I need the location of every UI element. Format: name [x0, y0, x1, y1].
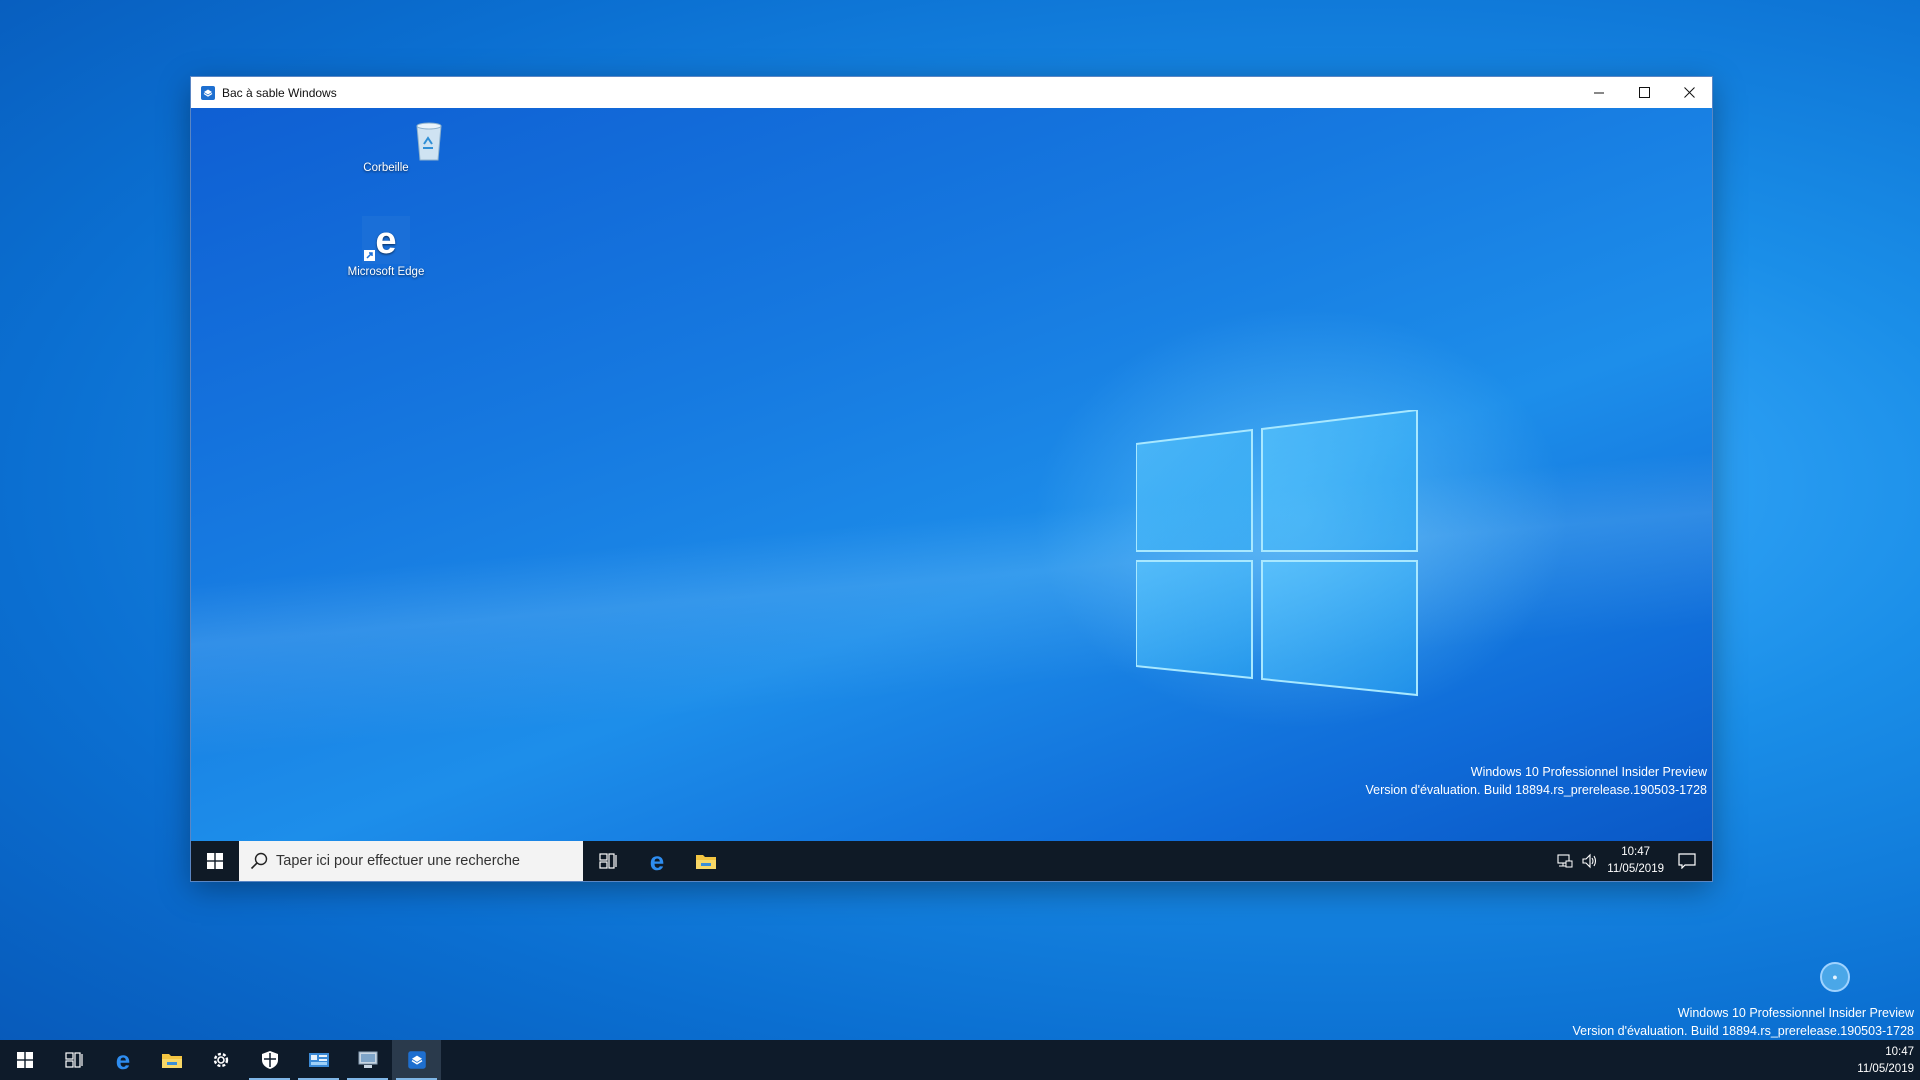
maximize-button[interactable]: [1622, 77, 1667, 108]
sandbox-clock[interactable]: 10:47 11/05/2019: [1607, 844, 1664, 878]
maximize-icon: [1639, 87, 1650, 98]
svg-text:e: e: [115, 1048, 129, 1072]
svg-text:e: e: [649, 849, 663, 873]
task-view-icon: [598, 853, 617, 869]
taskbar-edge-button[interactable]: e: [98, 1040, 147, 1080]
taskbar-file-explorer-button[interactable]: [147, 1040, 196, 1080]
close-button[interactable]: [1667, 77, 1712, 108]
sandbox-build-watermark: Windows 10 Professionnel Insider Preview…: [1365, 763, 1707, 799]
windows-security-icon: [261, 1051, 278, 1069]
search-placeholder: Taper ici pour effectuer une recherche: [276, 853, 520, 869]
minimize-icon: [1594, 92, 1604, 94]
task-view-button[interactable]: [49, 1040, 98, 1080]
svg-text:e: e: [375, 220, 396, 262]
watermark-line-2: Version d'évaluation. Build 18894.rs_pre…: [1365, 783, 1707, 797]
sandbox-desktop[interactable]: Corbeille e Microsoft Edge Windows 10 Pr…: [191, 108, 1712, 841]
watermark-line-1: Windows 10 Professionnel Insider Preview: [1470, 765, 1707, 779]
sandbox-system-tray: 10:47 11/05/2019: [1557, 841, 1712, 881]
search-box[interactable]: Taper ici pour effectuer une recherche: [239, 841, 583, 881]
clock-date: 11/05/2019: [1607, 863, 1664, 875]
taskbar-control-panel-button[interactable]: [294, 1040, 343, 1080]
minimize-button[interactable]: [1577, 77, 1622, 108]
sandbox-start-button[interactable]: [191, 841, 239, 881]
window-title: Bac à sable Windows: [222, 85, 337, 100]
start-icon: [16, 1052, 33, 1068]
watermark-line-1: Windows 10 Professionnel Insider Preview: [1677, 1006, 1914, 1020]
watermark-line-2: Version d'évaluation. Build 18894.rs_pre…: [1572, 1024, 1914, 1038]
desktop-icon-edge[interactable]: e Microsoft Edge: [341, 216, 431, 278]
edge-icon: e: [362, 216, 410, 264]
desktop-icon-label: Microsoft Edge: [347, 266, 425, 278]
recycle-bin-icon: [405, 116, 453, 164]
task-view-button[interactable]: [583, 841, 632, 881]
host-clock[interactable]: 10:47 11/05/2019: [1857, 1044, 1914, 1078]
sandbox-titlebar[interactable]: Bac à sable Windows: [191, 77, 1712, 108]
taskbar-security-button[interactable]: [245, 1040, 294, 1080]
edge-icon: e: [649, 849, 663, 873]
start-button[interactable]: [0, 1040, 49, 1080]
windows-logo-wallpaper: [1136, 410, 1418, 697]
volume-icon[interactable]: [1581, 853, 1599, 869]
network-icon[interactable]: [1557, 853, 1573, 869]
control-panel-icon: [308, 1053, 329, 1067]
search-icon: [250, 852, 270, 870]
start-icon: [207, 853, 223, 869]
remote-desktop-icon: [358, 1051, 377, 1068]
host-taskbar: e 10:47 11/05/2019: [0, 1040, 1920, 1080]
windows-sandbox-icon: [201, 85, 215, 100]
clock-date: 11/05/2019: [1857, 1063, 1914, 1075]
edge-icon: e: [115, 1048, 129, 1072]
taskbar-settings-button[interactable]: [196, 1040, 245, 1080]
taskbar-remote-desktop-button[interactable]: [343, 1040, 392, 1080]
tray-overlay-icon[interactable]: ●: [1820, 962, 1850, 992]
sandbox-window[interactable]: Bac à sable Windows Corbeille e Microsof…: [191, 77, 1712, 881]
desktop-icon-recycle-bin[interactable]: Corbeille: [363, 116, 474, 174]
taskbar-edge-button[interactable]: e: [632, 841, 681, 881]
file-explorer-icon: [695, 855, 716, 869]
clock-time: 10:47: [1621, 846, 1651, 858]
taskbar-file-explorer-button[interactable]: [681, 841, 730, 881]
desktop-icon-label: Corbeille: [363, 162, 409, 174]
clock-time: 10:47: [1885, 1046, 1914, 1058]
file-explorer-icon: [161, 1054, 182, 1068]
windows-sandbox-icon: [407, 1051, 426, 1069]
settings-icon: [213, 1052, 228, 1068]
action-center-icon[interactable]: [1678, 853, 1696, 869]
close-icon: [1684, 87, 1695, 98]
host-build-watermark: Windows 10 Professionnel Insider Preview…: [1572, 1004, 1914, 1040]
sandbox-taskbar: Taper ici pour effectuer une recherche e: [191, 841, 1712, 881]
taskbar-windows-sandbox-button[interactable]: [392, 1040, 441, 1080]
task-view-icon: [64, 1052, 83, 1068]
